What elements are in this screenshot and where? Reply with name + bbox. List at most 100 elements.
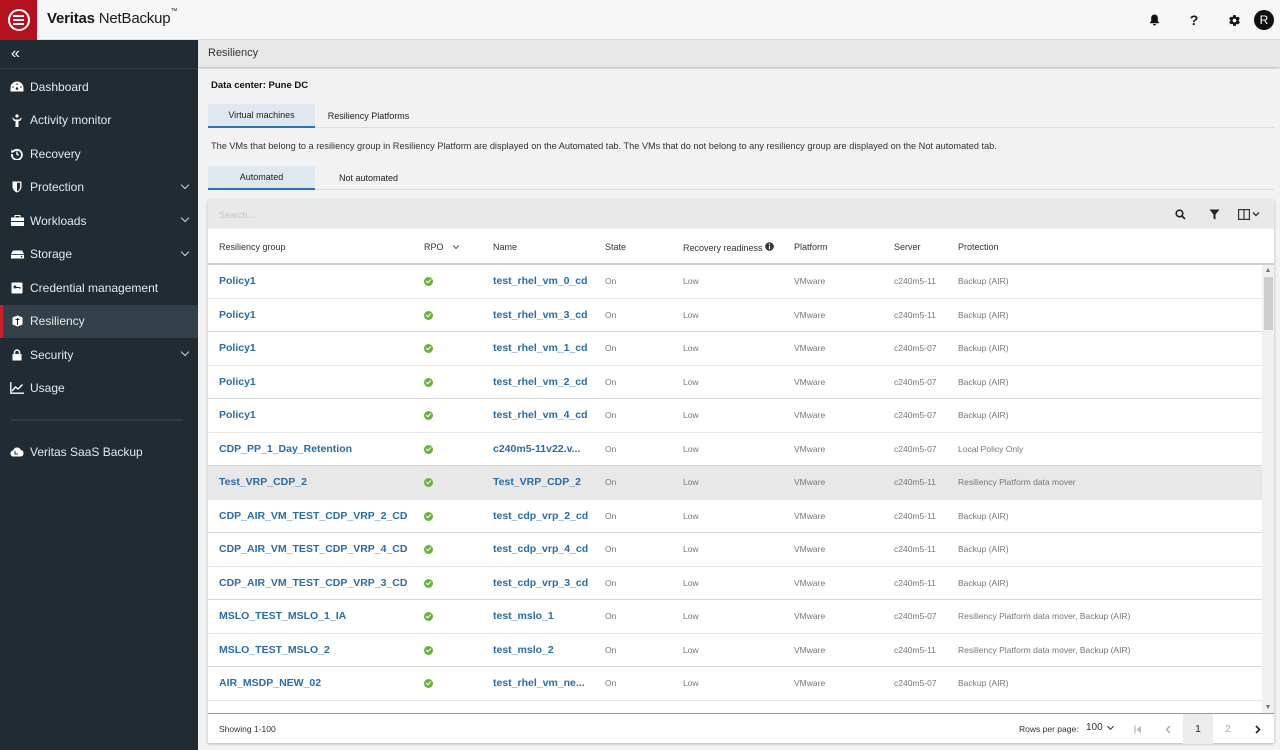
vm-name-link[interactable]: test_rhel_vm_3_cd <box>493 309 588 321</box>
resiliency-group-link[interactable]: MSLO_TEST_MSLO_1_IA <box>219 610 346 622</box>
vm-name-link[interactable]: test_rhel_vm_1_cd <box>493 342 588 354</box>
table-row[interactable]: MSLO_TEST_MSLO_2 test_mslo_2 On Low VMware c2… <box>208 634 1262 667</box>
search-input[interactable] <box>208 200 1198 229</box>
resiliency-group-link[interactable]: Policy1 <box>219 376 256 388</box>
vm-name-link[interactable]: Test_VRP_CDP_2 <box>493 476 581 488</box>
first-page-button[interactable] <box>1123 714 1153 744</box>
table-scrollbar[interactable]: ▲ ▼ <box>1262 265 1274 714</box>
resiliency-group-link[interactable]: Policy1 <box>219 342 256 354</box>
resiliency-group-link[interactable]: CDP_AIR_VM_TEST_CDP_VRP_4_CD <box>219 543 407 555</box>
resiliency-group-link[interactable]: Policy1 <box>219 309 256 321</box>
resiliency-group-link[interactable]: MSLO_TEST_MSLO_2 <box>219 644 330 656</box>
sidebar-item-usage[interactable]: Usage <box>0 372 198 406</box>
table-row[interactable]: CDP_AIR_VM_TEST_CDP_VRP_4_CD test_cdp_vrp… <box>208 533 1262 567</box>
column-header-platform[interactable]: Platform <box>794 242 828 252</box>
sub-tabs: Automated Not automated <box>208 166 1274 190</box>
column-header-name[interactable]: Name <box>493 242 517 252</box>
resiliency-group-link[interactable]: Test_VRP_CDP_2 <box>219 476 307 488</box>
resiliency-group-link[interactable]: CDP_PP_1_Day_Retention <box>219 443 352 455</box>
double-chevron-left-icon: « <box>11 45 20 62</box>
chevron-down-icon <box>1252 212 1260 217</box>
server-cell: c240m5-07 <box>894 611 937 621</box>
column-chooser-button[interactable] <box>1236 206 1262 222</box>
vm-name-link[interactable]: test_cdp_vrp_4_cd <box>493 543 588 555</box>
column-header-resiliency-group[interactable]: Resiliency group <box>219 242 286 252</box>
page-2-button[interactable]: 2 <box>1213 714 1243 744</box>
tab-virtual-machines[interactable]: Virtual machines <box>208 104 315 128</box>
rpo-ok-icon <box>424 377 433 387</box>
sidebar-item-dashboard[interactable]: Dashboard <box>0 70 198 104</box>
table-row[interactable]: Policy1 test_rhel_vm_4_cd On Low VMware c240m… <box>208 399 1262 433</box>
dashboard-icon <box>10 80 24 94</box>
vm-name-link[interactable]: test_rhel_vm_ne... <box>493 677 585 689</box>
tab-not-automated[interactable]: Not automated <box>315 166 422 190</box>
sidebar-item-protection[interactable]: Protection <box>0 171 198 205</box>
vm-name-link[interactable]: test_mslo_2 <box>493 644 554 656</box>
sidebar-item-resiliency[interactable]: Resiliency <box>0 304 198 338</box>
filter-button[interactable] <box>1206 206 1222 222</box>
vm-name-link[interactable]: test_cdp_vrp_3_cd <box>493 577 588 589</box>
rows-per-page-select[interactable]: 100 <box>1086 722 1114 733</box>
column-header-server[interactable]: Server <box>894 242 921 252</box>
showing-count: Showing 1-100 <box>219 724 276 734</box>
scroll-down-icon[interactable]: ▼ <box>1264 704 1272 712</box>
table-row[interactable]: CDP_AIR_VM_TEST_CDP_VRP_2_CD test_cdp_vrp… <box>208 500 1262 533</box>
sidebar-item-veritas-saas-backup[interactable]: Veritas SaaS Backup <box>0 435 198 469</box>
notifications-button[interactable] <box>1134 0 1174 40</box>
vm-name-link[interactable]: test_rhel_vm_0_cd <box>493 275 588 287</box>
scroll-thumb[interactable] <box>1264 277 1273 330</box>
veritas-logo[interactable] <box>0 0 37 40</box>
table-row[interactable]: Policy1 test_rhel_vm_3_cd On Low VMware c240m… <box>208 299 1262 332</box>
rpo-ok-icon <box>424 478 433 487</box>
resiliency-group-link[interactable]: CDP_AIR_VM_TEST_CDP_VRP_3_CD <box>219 577 407 589</box>
help-button[interactable]: ? <box>1174 0 1214 40</box>
column-header-rpo[interactable]: RPO <box>424 242 460 252</box>
server-cell: c240m5-11 <box>894 309 936 320</box>
table-row[interactable]: CDP_PP_1_Day_Retention c240m5-11v22.v... O… <box>208 433 1262 466</box>
table-row[interactable]: MSLO_TEST_MSLO_1_IA test_mslo_1 On Low VMwar… <box>208 600 1262 634</box>
resiliency-group-link[interactable]: AIR_MSDP_NEW_02 <box>219 677 321 689</box>
platform-cell: VMware <box>794 611 826 621</box>
sidebar-item-storage[interactable]: Storage <box>0 238 198 272</box>
vm-name-link[interactable]: test_mslo_1 <box>493 610 554 622</box>
sidebar-item-security[interactable]: Security <box>0 338 198 372</box>
column-header-recovery-readiness[interactable]: Recovery readiness <box>683 242 774 253</box>
table-row[interactable]: Policy1 test_rhel_vm_0_cd On Low VMware c240m… <box>208 265 1262 299</box>
table-row[interactable]: Policy1 test_rhel_vm_2_cd On Low VMware c240m… <box>208 366 1262 399</box>
sidebar-item-activity-monitor[interactable]: Activity monitor <box>0 104 198 138</box>
vm-name-link[interactable]: test_cdp_vrp_2_cd <box>493 510 588 522</box>
sidebar-item-credential-management[interactable]: Credential management <box>0 271 198 305</box>
tab-automated[interactable]: Automated <box>208 166 315 190</box>
search-button[interactable] <box>1172 206 1188 222</box>
info-icon[interactable] <box>765 242 774 251</box>
chevron-down-icon <box>1106 722 1114 730</box>
column-header-protection[interactable]: Protection <box>958 242 999 252</box>
column-header-state[interactable]: State <box>605 242 626 252</box>
table-row[interactable]: CDP_AIR_VM_TEST_CDP_VRP_3_CD test_cdp_vrp… <box>208 567 1262 600</box>
sidebar-item-recovery[interactable]: Recovery <box>0 137 198 171</box>
settings-button[interactable] <box>1214 0 1254 40</box>
vm-name-link[interactable]: c240m5-11v22.v... <box>493 443 580 455</box>
scroll-up-icon[interactable]: ▲ <box>1264 267 1272 275</box>
tab-resiliency-platforms[interactable]: Resiliency Platforms <box>315 104 422 128</box>
vm-name-link[interactable]: test_rhel_vm_4_cd <box>493 409 588 421</box>
rpo-ok-icon <box>424 612 433 621</box>
app-title-light: NetBackup <box>94 10 171 27</box>
table-row[interactable]: AIR_MSDP_NEW_02 test_rhel_vm_ne... On Low VM… <box>208 667 1262 701</box>
first-page-icon <box>1134 725 1141 733</box>
app-title: Veritas NetBackup™ <box>47 8 177 27</box>
previous-page-button[interactable] <box>1153 714 1183 744</box>
recovery-readiness-cell: Low <box>683 343 699 353</box>
sidebar-item-label: Dashboard <box>30 79 89 94</box>
user-avatar[interactable]: R <box>1254 10 1274 30</box>
table-row[interactable]: Policy1 test_rhel_vm_1_cd On Low VMware c240m… <box>208 332 1262 366</box>
vm-name-link[interactable]: test_rhel_vm_2_cd <box>493 376 588 388</box>
page-1-button[interactable]: 1 <box>1183 714 1213 744</box>
collapse-sidebar-button[interactable]: « <box>0 40 198 69</box>
resiliency-group-link[interactable]: Policy1 <box>219 275 256 287</box>
next-page-button[interactable] <box>1243 714 1273 744</box>
sidebar-item-workloads[interactable]: Workloads <box>0 204 198 238</box>
resiliency-group-link[interactable]: Policy1 <box>219 409 256 421</box>
resiliency-group-link[interactable]: CDP_AIR_VM_TEST_CDP_VRP_2_CD <box>219 510 407 522</box>
table-row[interactable]: Test_VRP_CDP_2 Test_VRP_CDP_2 On Low VMware c… <box>208 466 1262 500</box>
